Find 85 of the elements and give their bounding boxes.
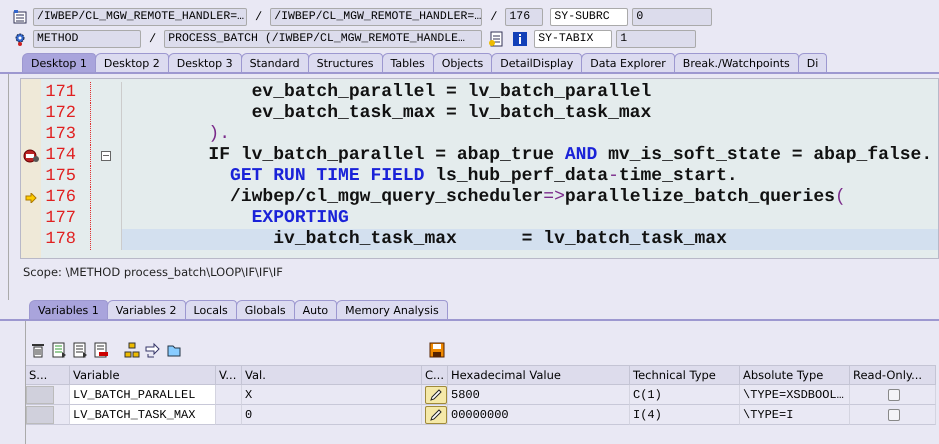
system-field-name[interactable]: SY-TABIX [534,30,612,48]
variables-tab[interactable]: Memory Analysis [336,300,448,319]
column-header[interactable]: V... [216,365,242,385]
list-icon[interactable] [51,342,67,358]
collapse-icon[interactable] [101,150,111,160]
scope-text: Scope: \METHOD process_batch\LOOP\IF\IF\IF [22,264,284,279]
line-number: 173 [41,124,91,145]
column-header[interactable]: Read-Only... [850,365,936,385]
event-field: PROCESS_BATCH (/IWBEP/CL_MGW_REMOTE_HANDLE… [164,30,482,48]
column-header[interactable]: Technical Type [630,365,740,385]
breakpoint-icon[interactable] [23,148,39,162]
system-field-value: 1 [616,30,696,48]
table-cell: \TYPE=I [740,405,850,425]
table-cell: 5800 [448,385,630,405]
line-number: 177 [41,208,91,229]
desktop-tab[interactable]: Tables [382,53,434,72]
desktop-tab[interactable]: DetailDisplay [491,53,582,72]
trash-icon[interactable] [30,342,46,358]
info-icon[interactable] [512,31,528,47]
code-line: IF lv_batch_parallel = abap_true AND mv_is_soft_state = abap_false. [207,145,934,166]
edit-button[interactable] [425,406,447,424]
table-cell[interactable]: LV_BATCH_TASK_MAX [70,405,216,425]
line-number: 178 [41,229,91,250]
save-icon[interactable] [429,342,445,358]
column-header[interactable]: Absolute Type [740,365,850,385]
pencil-icon [429,408,443,422]
column-header[interactable]: Hexadecimal Value [448,365,630,385]
variables-tab[interactable]: Globals [236,300,295,319]
desktop-tab[interactable]: Objects [432,53,492,72]
table-cell: 0 [242,405,422,425]
code-line: GET RUN TIME FIELD ls_hub_perf_data-time_start. [229,166,739,187]
list-icon[interactable] [72,342,88,358]
variables-tab[interactable]: Auto [294,300,338,319]
variables-tab[interactable]: Variables 2 [106,300,186,319]
program-field: /IWBEP/CL_MGW_REMOTE_HANDLER=… [33,8,247,26]
column-header[interactable]: Variable [70,365,216,385]
line-number: 171 [41,82,91,103]
column-header[interactable]: C... [422,365,448,385]
line-number-field: 176 [505,8,544,26]
hierarchy-icon[interactable] [124,342,140,358]
edit-button[interactable] [425,386,447,404]
line-number: 176 [41,187,91,208]
gear-icon [13,32,27,46]
table-cell: C(1) [630,385,740,405]
include-field: /IWBEP/CL_MGW_REMOTE_HANDLER=… [270,8,482,26]
pencil-icon [429,388,443,402]
system-field-value: 0 [632,8,712,26]
separator-text: / [254,10,264,24]
program-icon [13,10,27,24]
desktop-tab[interactable]: Desktop 3 [168,53,242,72]
table-cell: I(4) [630,405,740,425]
desktop-tab[interactable]: Standard [240,53,309,72]
event-type-field: METHOD [33,30,141,48]
desktop-tab[interactable]: Di [798,53,828,72]
line-number: 174 [41,145,91,166]
table-cell [216,385,242,405]
column-header[interactable]: Val. [242,365,422,385]
code-line: EXPORTING [250,208,350,229]
transfer-icon[interactable] [145,342,161,358]
desktop-tab[interactable]: Desktop 1 [22,53,96,72]
separator-text: / [489,10,498,24]
table-cell: \TYPE=XSDBOOL… [740,385,850,405]
document-icon[interactable] [488,31,504,47]
code-line: /iwbep/cl_mgw_query_scheduler=>parallelize_batch_queries( [229,187,847,208]
table-cell[interactable]: LV_BATCH_PARALLEL [70,385,216,405]
system-field-name[interactable]: SY-SUBRC [550,8,628,26]
desktop-tab[interactable]: Data Explorer [581,53,675,72]
code-line: ev_batch_task_max = lv_batch_task_max [250,103,652,124]
line-number: 172 [41,103,91,124]
code-line: ev_batch_parallel = lv_batch_parallel [250,82,652,103]
separator-text: / [148,32,158,46]
desktop-tab[interactable]: Break./Watchpoints [674,53,799,72]
code-line: ). [207,124,232,145]
variables-tab[interactable]: Locals [184,300,237,319]
desktop-tab[interactable]: Desktop 2 [94,53,169,72]
line-number: 175 [41,166,91,187]
table-cell: 00000000 [448,405,630,425]
variables-tab[interactable]: Variables 1 [29,300,108,319]
read-only-checkbox[interactable] [888,388,900,400]
table-cell [216,405,242,425]
column-header[interactable]: S... [26,365,70,385]
table-cell: X [242,385,422,405]
desktop-tab[interactable]: Structures [308,53,383,72]
read-only-checkbox[interactable] [888,408,900,420]
list-icon[interactable] [93,342,109,358]
